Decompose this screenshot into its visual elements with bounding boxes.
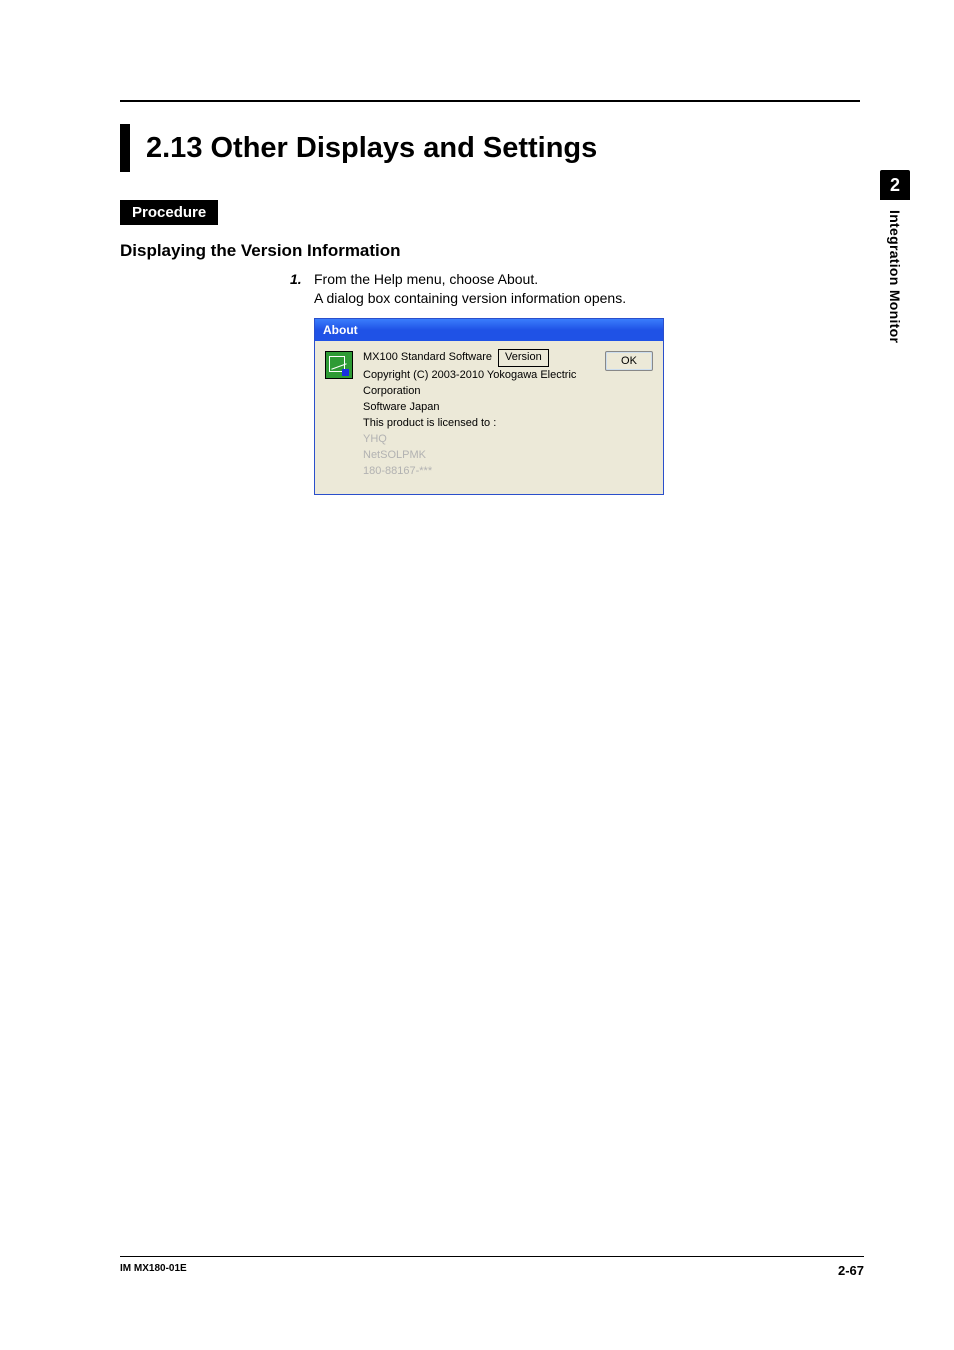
chapter-label: Integration Monitor xyxy=(887,210,903,343)
chapter-number-badge: 2 xyxy=(880,170,910,200)
step-description: A dialog box containing version informat… xyxy=(314,290,864,306)
dialog-titlebar: About xyxy=(315,319,663,341)
footer-rule xyxy=(120,1256,864,1257)
version-box: Version xyxy=(498,349,549,367)
page-title: 2.13 Other Displays and Settings xyxy=(146,124,597,172)
footer-doc-id: IM MX180-01E xyxy=(120,1263,187,1278)
footer-page-number: 2-67 xyxy=(838,1263,864,1278)
app-icon xyxy=(325,351,353,379)
licensee-line-3: 180-88167-*** xyxy=(363,464,595,480)
step-text: From the Help menu, choose About. xyxy=(314,271,538,287)
dialog-info: MX100 Standard Software Version Copyrigh… xyxy=(363,349,595,480)
about-dialog: About MX100 Standard Software Version Co… xyxy=(314,318,664,495)
section-subheading: Displaying the Version Information xyxy=(120,241,864,261)
title-vertical-bar xyxy=(120,124,130,172)
title-top-rule xyxy=(120,100,860,102)
product-name: MX100 Standard Software xyxy=(363,350,492,366)
page-title-row: 2.13 Other Displays and Settings xyxy=(120,124,864,172)
licensed-label: This product is licensed to : xyxy=(363,416,595,432)
step-row: 1. From the Help menu, choose About. xyxy=(290,271,864,287)
side-tab: 2 Integration Monitor xyxy=(880,170,910,343)
page-footer: IM MX180-01E 2-67 xyxy=(120,1256,864,1278)
licensee-line-2: NetSOLPMK xyxy=(363,448,595,464)
software-label: Software Japan xyxy=(363,400,595,416)
procedure-label: Procedure xyxy=(120,200,218,225)
copyright-line: Copyright (C) 2003-2010 Yokogawa Electri… xyxy=(363,368,595,400)
licensee-line-1: YHQ xyxy=(363,432,595,448)
ok-button[interactable]: OK xyxy=(605,351,653,371)
step-number: 1. xyxy=(290,271,314,287)
